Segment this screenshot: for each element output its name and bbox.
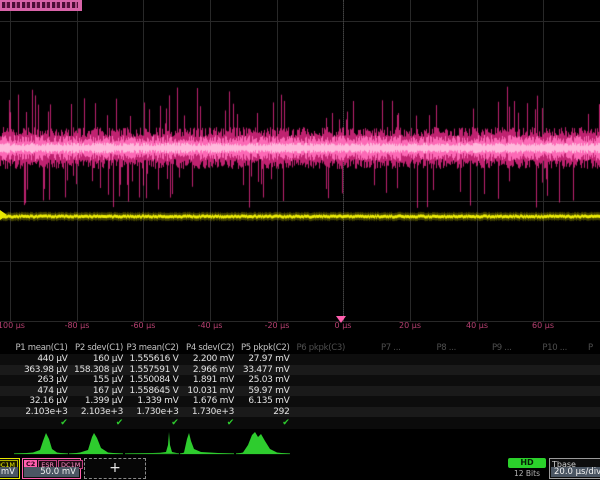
measurement-value: 33.477 mV	[235, 365, 290, 376]
histicon-p1[interactable]	[13, 429, 69, 460]
annotation-text-unreadable	[2, 2, 78, 8]
measurement-value: 1.550084 V	[124, 375, 179, 386]
measurement-value: 263 µV	[13, 375, 68, 386]
measurement-value: 292	[235, 407, 290, 418]
time-axis-label: 60 µs	[532, 321, 554, 331]
c1-offset-marker[interactable]	[0, 210, 7, 220]
measurement-value: 474 µV	[13, 386, 68, 397]
measurement-value: 1.730e+3	[179, 407, 234, 418]
measurement-value: 6.135 mV	[235, 396, 290, 407]
time-axis-label: -100 µs	[0, 321, 25, 331]
time-axis-label: -80 µs	[65, 321, 90, 331]
hd-mode-badge: HD	[508, 458, 546, 468]
measurement-column-header[interactable]: P9 ...	[457, 343, 512, 354]
measurement-stat-row: 363.98 µV158.308 µV1.557591 V2.966 mV33.…	[0, 365, 600, 376]
hd-bits-label: 12 Bits	[508, 469, 546, 478]
c2-scale-value: 50.0 mV	[24, 467, 79, 477]
measurement-column-header[interactable]: P2 sdev(C1)	[68, 343, 123, 354]
measurement-value: 167 µV	[68, 386, 123, 397]
time-axis-label: -40 µs	[198, 321, 223, 331]
histicon-p5[interactable]	[235, 429, 291, 460]
measurement-value: 32.16 µV	[13, 396, 68, 407]
measurement-value: 2.103e+3	[68, 407, 123, 418]
measurement-column-header[interactable]: P4 sdev(C2)	[179, 343, 234, 354]
measurement-value: 1.891 mV	[179, 375, 234, 386]
measurement-column-header[interactable]: P1 mean(C1)	[13, 343, 68, 354]
histicon-p3[interactable]	[124, 429, 180, 460]
timebase-descriptor[interactable]: Tbase 20.0 µs/div	[549, 458, 600, 479]
channel-c1-descriptor[interactable]: DC1M 10.0 mV	[0, 458, 20, 479]
measurement-value: 2.103e+3	[13, 407, 68, 418]
measurement-value: 363.98 µV	[13, 365, 68, 376]
measurement-value: 1.399 µV	[68, 396, 123, 407]
descriptor-bar: DC1M 10.0 mV C2 ESR DC1M 50.0 mV + HD 12…	[0, 457, 600, 480]
time-axis-label: 40 µs	[466, 321, 488, 331]
histicon-p4[interactable]	[179, 429, 235, 460]
measurement-value: 10.031 mV	[179, 386, 234, 397]
measurement-value: 59.97 mV	[235, 386, 290, 397]
waveform-plot-area[interactable]: -100 µs -80 µs -60 µs -40 µs -20 µs 0 µs 20 µs…	[0, 0, 600, 336]
measurement-stat-row: 474 µV167 µV1.558645 V10.031 mV59.97 mV	[0, 386, 600, 397]
measurement-column-header[interactable]: P3 mean(C2)	[124, 343, 179, 354]
measurement-value: 1.558645 V	[124, 386, 179, 397]
measurement-value: 1.676 mV	[179, 396, 234, 407]
measurement-value: 158.308 µV	[68, 365, 123, 376]
measurement-column-header[interactable]: P10 ...	[512, 343, 567, 354]
measurement-value: 27.97 mV	[235, 354, 290, 365]
time-axis-label: -60 µs	[131, 321, 156, 331]
measurement-value: 1.730e+3	[124, 407, 179, 418]
waveform-traces-canvas	[0, 0, 600, 336]
measurement-table: P1 mean(C1)P2 sdev(C1)P3 mean(C2)P4 sdev…	[0, 343, 600, 429]
measurement-column-header[interactable]: P5 pkpk(C2)	[235, 343, 290, 354]
c1-scale-value: 10.0 mV	[0, 467, 18, 477]
measurement-status-check-icon: ✔	[235, 417, 290, 429]
oscilloscope-screen: -100 µs -80 µs -60 µs -40 µs -20 µs 0 µs 20 µs…	[0, 0, 600, 480]
measurement-value: 440 µV	[13, 354, 68, 365]
time-axis-label: 20 µs	[399, 321, 421, 331]
measurement-stat-row: 440 µV160 µV1.555616 V2.200 mV27.97 mV	[0, 354, 600, 365]
measurement-value: 1.557591 V	[124, 365, 179, 376]
measurement-status-check-icon: ✔	[68, 417, 123, 429]
measurement-value: 1.555616 V	[124, 354, 179, 365]
measurement-column-header[interactable]: P8 ...	[401, 343, 456, 354]
measurement-stat-row: 32.16 µV1.399 µV1.339 mV1.676 mV6.135 mV	[0, 396, 600, 407]
measurement-status-check-icon: ✔	[179, 417, 234, 429]
timebase-scale-value: 20.0 µs/div	[551, 467, 600, 477]
measurement-column-header[interactable]: P6 pkpk(C3)	[290, 343, 345, 354]
time-axis-label: -20 µs	[265, 321, 290, 331]
measurement-value: 160 µV	[68, 354, 123, 365]
channel-c2-descriptor[interactable]: C2 ESR DC1M 50.0 mV	[22, 458, 81, 479]
time-axis-label: 0 µs	[335, 321, 352, 331]
measurement-value: 2.200 mV	[179, 354, 234, 365]
measurement-stat-row: 2.103e+32.103e+31.730e+31.730e+3292	[0, 407, 600, 418]
measurement-status-check-icon: ✔	[13, 417, 68, 429]
measurement-value: 2.966 mV	[179, 365, 234, 376]
measurement-value: 1.339 mV	[124, 396, 179, 407]
add-trace-button[interactable]: +	[84, 458, 146, 479]
measurement-column-header[interactable]: P	[588, 343, 600, 354]
measurement-column-header[interactable]: P7 ...	[346, 343, 401, 354]
measurement-stat-row: 263 µV155 µV1.550084 V1.891 mV25.03 mV	[0, 375, 600, 386]
trace-annotation-badge[interactable]	[0, 0, 82, 11]
histicon-p2[interactable]	[68, 429, 124, 460]
measurement-status-check-icon: ✔	[124, 417, 179, 429]
measurement-value: 155 µV	[68, 375, 123, 386]
measurement-value: 25.03 mV	[235, 375, 290, 386]
measurement-histicons	[0, 429, 600, 456]
